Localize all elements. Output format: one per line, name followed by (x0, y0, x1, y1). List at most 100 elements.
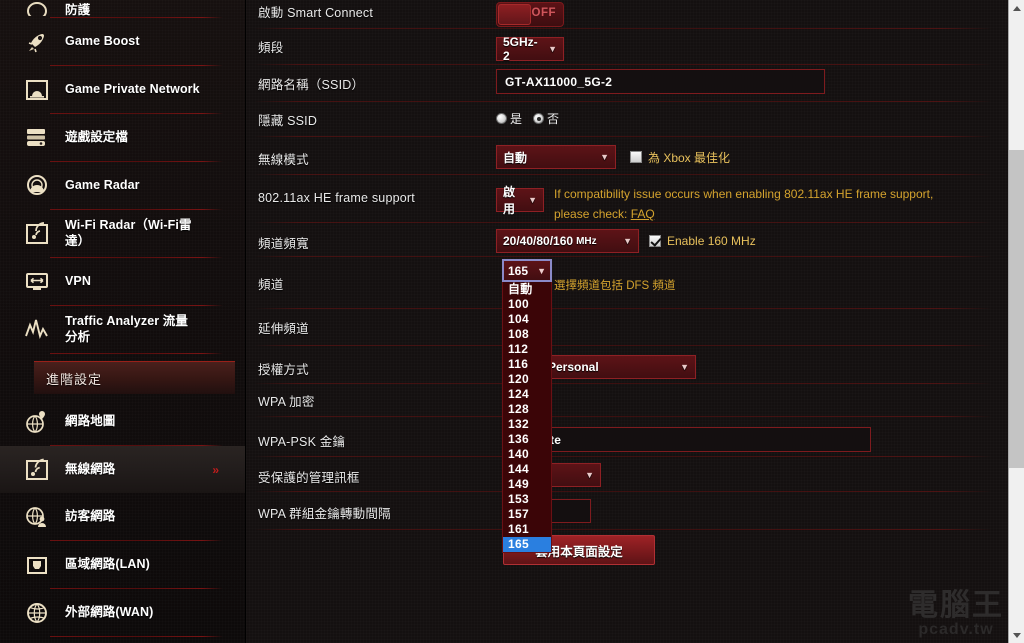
channel-select[interactable]: 165 ▼ (502, 259, 552, 282)
sidebar-item-label: 遊戲設定檔 (65, 129, 129, 144)
label-pmf: 受保護的管理訊框 (258, 471, 360, 485)
lan-icon (22, 550, 52, 580)
sidebar-item-label: 區域網路(LAN) (65, 556, 150, 571)
row-divider (254, 64, 992, 65)
hide-ssid-radio-no[interactable]: 否 (533, 110, 559, 127)
ssid-input-value: GT-AX11000_5G-2 (505, 74, 613, 89)
row-wireless-mode: 無線模式 自動 ▼ 為 Xbox 最佳化 (246, 145, 1008, 169)
hint-line-2: please check: FAQ (554, 204, 933, 224)
wireless-mode-select[interactable]: 自動 ▼ (496, 145, 616, 169)
sidebar-item-lan[interactable]: 區域網路(LAN) (0, 541, 245, 588)
sidebar-item-label: Game Radar (65, 177, 140, 192)
sidebar-item-network-map[interactable]: 網路地圖 (0, 398, 245, 445)
row-smart-connect: 啟動 Smart Connect OFF (246, 2, 1008, 27)
row-divider (254, 308, 992, 309)
sidebar-item-label: VPN (65, 273, 92, 288)
ssid-input[interactable]: GT-AX11000_5G-2 (496, 69, 825, 94)
scrollbar-thumb[interactable] (1009, 150, 1024, 468)
row-hide-ssid: 隱藏 SSID 是 否 (246, 110, 1008, 129)
chevron-down-icon: ▼ (600, 152, 609, 162)
scroll-down-button[interactable] (1009, 627, 1024, 643)
channel-option[interactable]: 140 (503, 447, 551, 462)
channel-option[interactable]: 120 (503, 372, 551, 387)
row-band: 頻段 5GHz-2 ▼ (246, 35, 1008, 63)
chevron-down-icon: ▼ (528, 195, 537, 205)
band-select[interactable]: 5GHz-2 ▼ (496, 35, 564, 63)
channel-option[interactable]: 153 (503, 492, 551, 507)
sidebar-item-vpn[interactable]: VPN (0, 258, 245, 305)
sidebar-item-label: Traffic Analyzer 流量分析 (65, 314, 188, 344)
scroll-up-arrow-icon (1012, 5, 1021, 11)
sidebar-item-game-private-network[interactable]: Game Private Network (0, 66, 245, 113)
chevron-down-icon: ▼ (537, 265, 546, 276)
channel-option[interactable]: 136 (503, 432, 551, 447)
label-extension-channel: 延伸頻道 (258, 322, 309, 336)
sidebar-item-wifi-radar[interactable]: Wi-Fi Radar（Wi-Fi雷達） (0, 210, 245, 257)
page-scrollbar[interactable] (1008, 0, 1024, 643)
wan-icon (22, 598, 52, 628)
wpa-psk-input[interactable]: te (541, 427, 871, 452)
sidebar-item-game-profile[interactable]: 遊戲設定檔 (0, 114, 245, 161)
channel-option[interactable]: 161 (503, 522, 551, 537)
hide-ssid-radio-yes[interactable]: 是 (496, 110, 522, 127)
he-frame-select[interactable]: 啟用 ▼ (496, 185, 544, 216)
hint-line-1: If compatibility issue occurs when enabl… (554, 187, 934, 201)
sidebar-item-usb[interactable]: USB 相關應用 (0, 637, 245, 643)
auth-method-select[interactable]: Personal ▼ (541, 355, 696, 379)
row-wpa-psk: WPA-PSK 金鑰 te (246, 427, 1008, 452)
row-he-frame-support: 802.11ax HE frame support 啟用 ▼ If compat… (246, 185, 1008, 224)
faq-link[interactable]: FAQ (631, 207, 655, 221)
channel-option[interactable]: 124 (503, 387, 551, 402)
row-channel: 頻道 選擇頻道包括 DFS 頻道 (246, 274, 1008, 296)
smart-connect-toggle[interactable]: OFF (496, 2, 564, 27)
row-divider (254, 256, 992, 257)
label-band: 頻段 (258, 41, 284, 55)
hide-ssid-radio-group: 是 否 (496, 110, 559, 127)
radio-icon-checked (533, 113, 545, 124)
row-divider (254, 383, 992, 384)
sidebar-item-game-radar[interactable]: Game Radar (0, 162, 245, 209)
row-ssid: 網路名稱（SSID） GT-AX11000_5G-2 (246, 69, 1008, 94)
channel-option[interactable]: 144 (503, 462, 551, 477)
sidebar-item-protection[interactable]: 防護 (0, 0, 245, 16)
network-map-icon (22, 407, 52, 437)
sidebar-item-label: 外部網路(WAN) (65, 604, 154, 619)
sidebar-item-wireless[interactable]: 無線網路 » (0, 446, 245, 493)
sidebar-item-traffic-analyzer[interactable]: Traffic Analyzer 流量分析 (0, 306, 245, 353)
enable-160mhz-checkbox[interactable]: Enable 160 MHz (649, 234, 756, 248)
channel-option[interactable]: 112 (503, 342, 551, 357)
sidebar-item-guest-network[interactable]: 訪客網路 (0, 493, 245, 540)
sidebar: 防護 Game Boost Game Private Network 遊戲設定檔… (0, 0, 246, 643)
row-wpa-rekey: WPA 群組金鑰轉動間隔 (246, 499, 1008, 523)
channel-option[interactable]: 157 (503, 507, 551, 522)
channel-option[interactable]: 自動 (503, 282, 551, 297)
he-frame-value: 啟用 (503, 185, 516, 216)
channel-option-selected[interactable]: 165 (503, 537, 551, 552)
channel-bandwidth-select[interactable]: 20/40/80/160 MHz ▼ (496, 229, 639, 253)
sidebar-item-wan[interactable]: 外部網路(WAN) (0, 589, 245, 636)
channel-option[interactable]: 100 (503, 297, 551, 312)
channel-option[interactable]: 132 (503, 417, 551, 432)
wireless-icon (22, 455, 52, 485)
sidebar-item-label: Wi-Fi Radar（Wi-Fi雷達） (65, 218, 192, 248)
sidebar-item-game-boost[interactable]: Game Boost (0, 18, 245, 65)
scroll-up-button[interactable] (1009, 0, 1024, 16)
channel-option[interactable]: 128 (503, 402, 551, 417)
label-wpa-psk: WPA-PSK 金鑰 (258, 435, 346, 449)
channel-option[interactable]: 149 (503, 477, 551, 492)
toggle-state-label: OFF (531, 7, 556, 19)
channel-option[interactable]: 104 (503, 312, 551, 327)
traffic-analyzer-icon (22, 315, 52, 345)
channel-option[interactable]: 108 (503, 327, 551, 342)
wireless-mode-value: 自動 (503, 150, 528, 165)
checkbox-icon-checked (649, 235, 661, 247)
chevron-right-icon: » (212, 462, 219, 477)
channel-option-list[interactable]: 自動 100 104 108 112 116 120 124 128 132 1… (502, 282, 552, 553)
sidebar-item-label: Game Private Network (65, 81, 200, 96)
enable-160mhz-label: Enable 160 MHz (667, 234, 756, 248)
row-channel-bandwidth: 頻道頻寬 20/40/80/160 MHz ▼ Enable 160 MHz (246, 229, 1008, 253)
xbox-optimize-checkbox[interactable]: 為 Xbox 最佳化 (630, 149, 730, 166)
channel-option[interactable]: 116 (503, 357, 551, 372)
channel-hint: 選擇頻道包括 DFS 頻道 (554, 280, 676, 292)
wifi-radar-icon (22, 219, 52, 249)
